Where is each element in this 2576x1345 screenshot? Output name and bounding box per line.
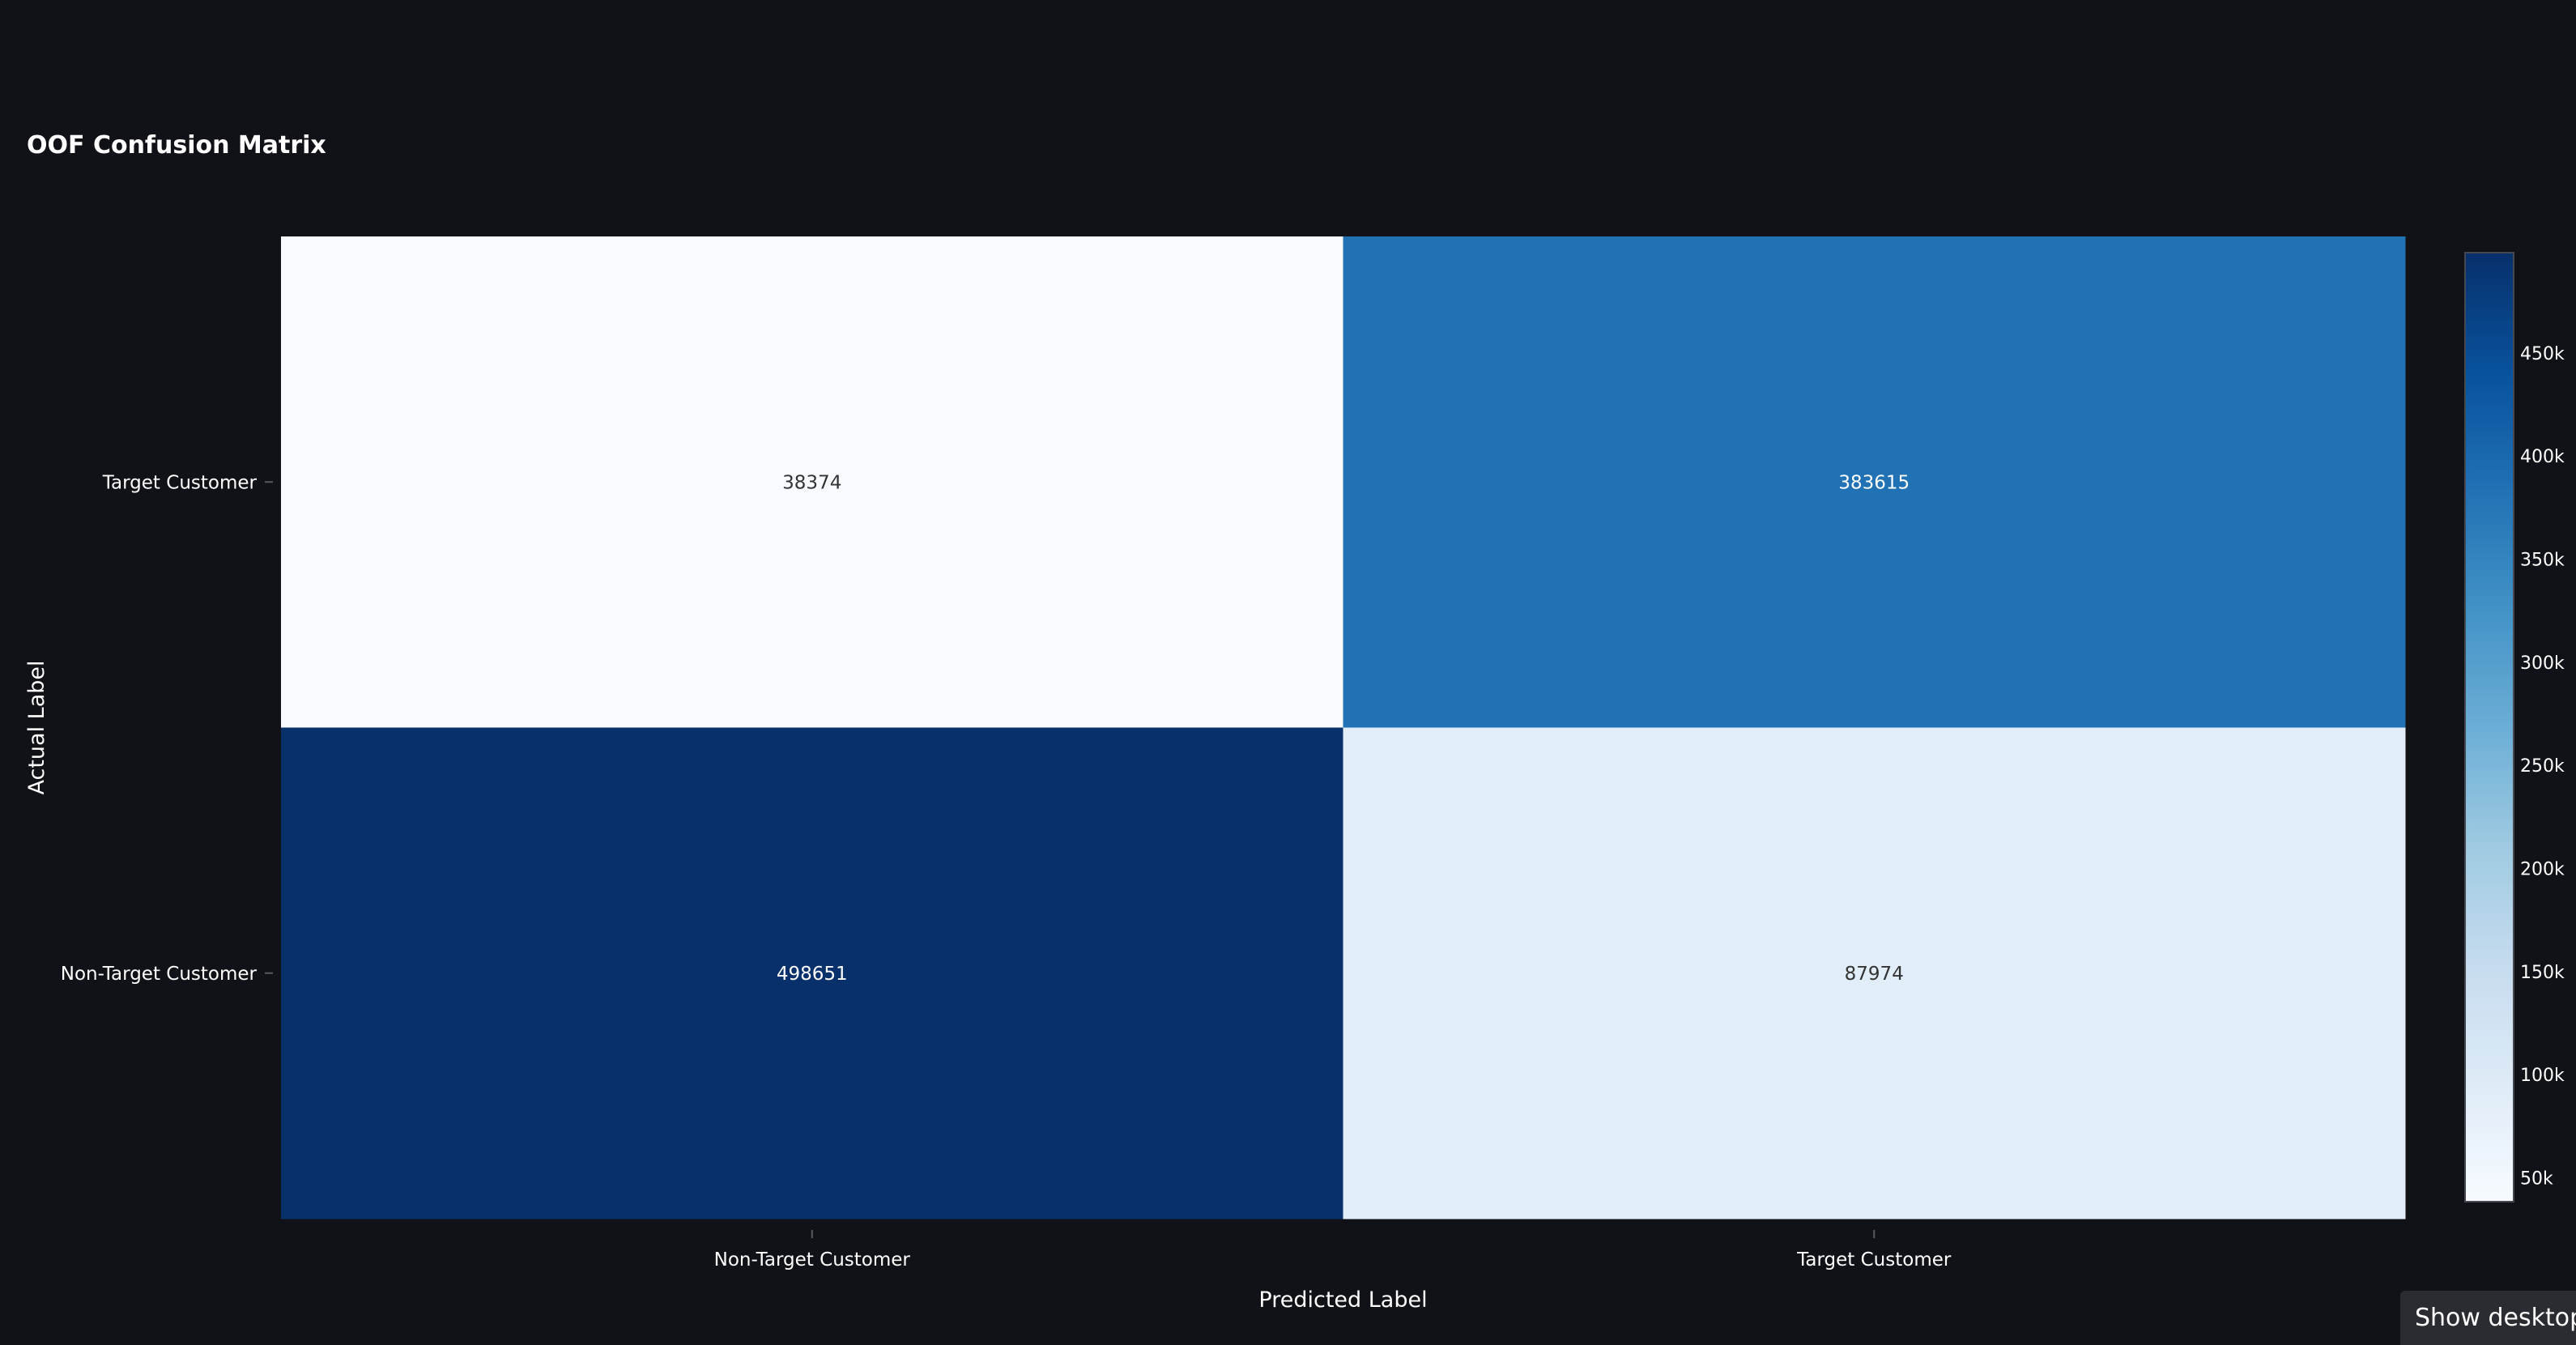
colorbar-tick-label: 400k <box>2520 447 2565 467</box>
cell-value-label: 383615 <box>1838 472 1910 493</box>
y-tick-label: Non-Target Customer <box>61 964 258 985</box>
cell-value-label: 38374 <box>782 472 841 493</box>
y-axis-title: Actual Label <box>24 660 49 794</box>
chart-svg: OOF Confusion Matrix 38374 383615 498651 879… <box>24 131 2565 1313</box>
x-tick-label: Target Customer <box>1796 1249 1952 1271</box>
y-tick-label: Target Customer <box>102 472 258 493</box>
x-tick-label: Non-Target Customer <box>714 1249 911 1271</box>
chart-title: OOF Confusion Matrix <box>27 131 326 160</box>
colorbar-tick-label: 100k <box>2520 1066 2565 1086</box>
colorbar-tick-label: 50k <box>2520 1168 2553 1189</box>
colorbar-tick-label: 150k <box>2520 963 2565 983</box>
colorbar-tick-label: 350k <box>2520 551 2565 571</box>
cell-value-label: 87974 <box>1845 964 1904 985</box>
colorbar-tick-label: 250k <box>2520 756 2565 777</box>
cell-value-label: 498651 <box>777 964 848 985</box>
x-axis-title: Predicted Label <box>1258 1288 1427 1313</box>
confusion-matrix-chart: OOF Confusion Matrix 38374 383615 498651 879… <box>0 0 2576 1345</box>
show-desktop-button[interactable]: Show desktop <box>2400 1291 2576 1345</box>
colorbar <box>2464 252 2514 1202</box>
colorbar-tick-label: 200k <box>2520 859 2565 879</box>
colorbar-tick-label: 450k <box>2520 344 2565 364</box>
colorbar-tick-label: 300k <box>2520 653 2565 674</box>
